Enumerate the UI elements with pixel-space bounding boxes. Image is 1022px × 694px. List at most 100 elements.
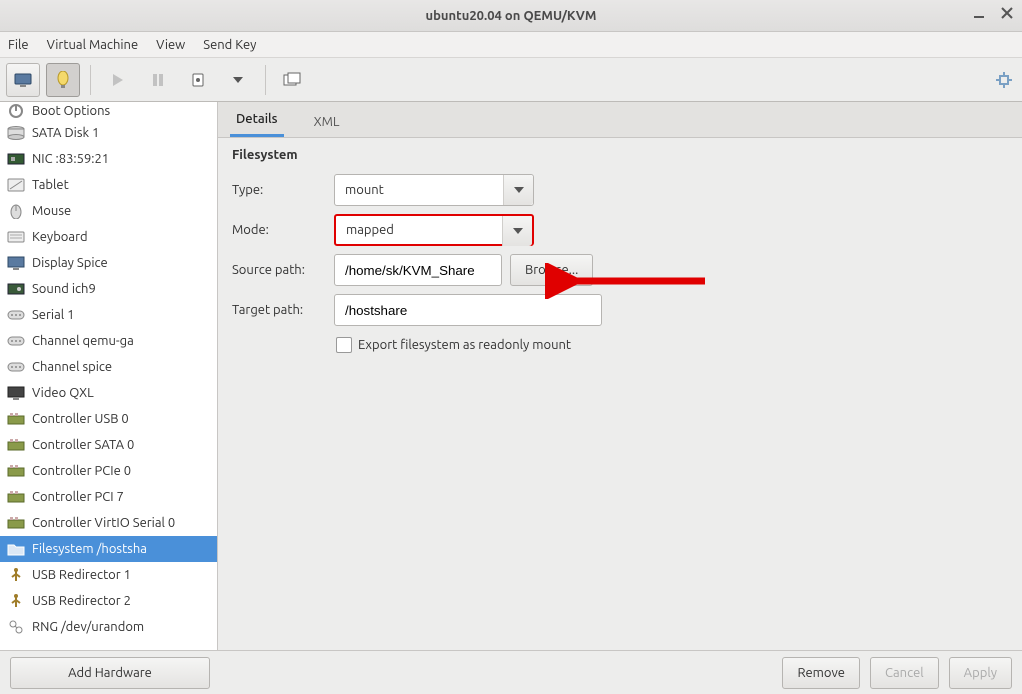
target-path-input[interactable] xyxy=(334,294,602,326)
controller-icon xyxy=(6,435,26,455)
details-panel: Details XML Filesystem Type: mount Mode: xyxy=(218,102,1022,650)
apply-label: Apply xyxy=(964,666,997,680)
minimize-button[interactable] xyxy=(970,4,988,22)
snapshots-button[interactable] xyxy=(276,63,310,97)
sidebar-item-controller-virtio-serial-0[interactable]: Controller VirtIO Serial 0 xyxy=(0,510,217,536)
rng-icon xyxy=(6,617,26,637)
sidebar-item-boot-options[interactable]: Boot Options xyxy=(0,102,217,120)
sidebar-item-mouse[interactable]: Mouse xyxy=(0,198,217,224)
sidebar-item-label: Filesystem /hostsha xyxy=(32,542,147,556)
menu-send-key[interactable]: Send Key xyxy=(203,38,256,52)
type-select-value: mount xyxy=(345,183,384,197)
source-path-input[interactable] xyxy=(334,254,502,286)
tab-details[interactable]: Details xyxy=(230,104,284,137)
controller-icon xyxy=(6,409,26,429)
sidebar-item-keyboard[interactable]: Keyboard xyxy=(0,224,217,250)
source-path-label: Source path: xyxy=(232,263,324,277)
cancel-button[interactable]: Cancel xyxy=(870,657,939,689)
sidebar-item-label: Channel spice xyxy=(32,360,112,374)
mode-select[interactable]: mapped xyxy=(334,214,534,246)
serial-icon xyxy=(6,305,26,325)
sidebar-item-channel-spice[interactable]: Channel spice xyxy=(0,354,217,380)
tablet-icon xyxy=(6,175,26,195)
menubar: File Virtual Machine View Send Key xyxy=(0,32,1022,58)
sidebar-item-controller-usb-0[interactable]: Controller USB 0 xyxy=(0,406,217,432)
sidebar-item-filesystem-hostsha[interactable]: Filesystem /hostsha xyxy=(0,536,217,562)
sidebar-item-label: USB Redirector 1 xyxy=(32,568,131,582)
fullscreen-button[interactable] xyxy=(992,68,1016,92)
sidebar-item-label: SATA Disk 1 xyxy=(32,126,99,140)
info-button[interactable] xyxy=(46,63,80,97)
close-button[interactable] xyxy=(998,4,1016,22)
sidebar-item-rng-dev-urandom[interactable]: RNG /dev/urandom xyxy=(0,614,217,640)
sidebar-item-display-spice[interactable]: Display Spice xyxy=(0,250,217,276)
remove-button[interactable]: Remove xyxy=(782,657,860,689)
export-readonly-label: Export filesystem as readonly mount xyxy=(358,338,571,352)
run-button[interactable] xyxy=(101,63,135,97)
console-button[interactable] xyxy=(6,63,40,97)
type-label: Type: xyxy=(232,183,324,197)
add-hardware-button[interactable]: Add Hardware xyxy=(10,657,210,689)
tab-xml[interactable]: XML xyxy=(308,107,346,137)
toolbar-separator xyxy=(265,65,266,95)
sidebar-item-label: Tablet xyxy=(32,178,69,192)
usb-icon xyxy=(6,591,26,611)
shutdown-menu-button[interactable] xyxy=(221,63,255,97)
folder-icon xyxy=(6,539,26,559)
sidebar-item-label: Video QXL xyxy=(32,386,94,400)
add-hardware-label: Add Hardware xyxy=(68,666,152,680)
cancel-label: Cancel xyxy=(885,666,924,680)
menu-file[interactable]: File xyxy=(8,38,29,52)
browse-button[interactable]: Browse... xyxy=(510,254,593,286)
sidebar-item-serial-1[interactable]: Serial 1 xyxy=(0,302,217,328)
sidebar-item-label: Controller USB 0 xyxy=(32,412,129,426)
mode-label: Mode: xyxy=(232,223,324,237)
sidebar-item-label: Display Spice xyxy=(32,256,108,270)
hardware-sidebar: Boot Options SATA Disk 1 NIC :83:59:21 Tabl… xyxy=(0,102,218,650)
pause-button[interactable] xyxy=(141,63,175,97)
shutdown-button[interactable] xyxy=(181,63,215,97)
type-select[interactable]: mount xyxy=(334,174,534,206)
sidebar-item-video-qxl[interactable]: Video QXL xyxy=(0,380,217,406)
display-icon xyxy=(6,253,26,273)
sidebar-item-usb-redirector-1[interactable]: USB Redirector 1 xyxy=(0,562,217,588)
sound-icon xyxy=(6,279,26,299)
mode-select-value: mapped xyxy=(346,223,394,237)
usb-icon xyxy=(6,565,26,585)
mouse-icon xyxy=(6,201,26,221)
export-readonly-checkbox[interactable] xyxy=(336,337,352,353)
chevron-down-icon xyxy=(503,175,533,205)
sidebar-item-channel-qemu-ga[interactable]: Channel qemu-ga xyxy=(0,328,217,354)
sidebar-item-controller-sata-0[interactable]: Controller SATA 0 xyxy=(0,432,217,458)
sidebar-item-sound-ich9[interactable]: Sound ich9 xyxy=(0,276,217,302)
sidebar-item-controller-pci-7[interactable]: Controller PCI 7 xyxy=(0,484,217,510)
sidebar-item-label: NIC :83:59:21 xyxy=(32,152,109,166)
sidebar-item-controller-pcie-0[interactable]: Controller PCIe 0 xyxy=(0,458,217,484)
toolbar xyxy=(0,58,1022,102)
sidebar-item-usb-redirector-2[interactable]: USB Redirector 2 xyxy=(0,588,217,614)
details-tabs: Details XML xyxy=(218,102,1022,138)
target-path-label: Target path: xyxy=(232,303,324,317)
menu-virtual-machine[interactable]: Virtual Machine xyxy=(47,38,139,52)
sidebar-item-sata-disk-1[interactable]: SATA Disk 1 xyxy=(0,120,217,146)
sidebar-item-label: Controller PCIe 0 xyxy=(32,464,131,478)
footer-bar: Add Hardware Remove Cancel Apply xyxy=(0,650,1022,694)
sidebar-item-label: Sound ich9 xyxy=(32,282,96,296)
apply-button[interactable]: Apply xyxy=(949,657,1012,689)
sidebar-item-label: Controller SATA 0 xyxy=(32,438,134,452)
video-icon xyxy=(6,383,26,403)
titlebar: ubuntu20.04 on QEMU/KVM xyxy=(0,0,1022,32)
channel-icon xyxy=(6,357,26,377)
boot-icon xyxy=(6,102,26,120)
menu-view[interactable]: View xyxy=(156,38,185,52)
controller-icon xyxy=(6,513,26,533)
sidebar-item-tablet[interactable]: Tablet xyxy=(0,172,217,198)
sidebar-item-nic-83-59-21[interactable]: NIC :83:59:21 xyxy=(0,146,217,172)
channel-icon xyxy=(6,331,26,351)
sidebar-item-label: RNG /dev/urandom xyxy=(32,620,144,634)
sidebar-item-label: Mouse xyxy=(32,204,71,218)
controller-icon xyxy=(6,461,26,481)
section-title-filesystem: Filesystem xyxy=(218,138,1022,168)
disk-icon xyxy=(6,123,26,143)
keyboard-icon xyxy=(6,227,26,247)
